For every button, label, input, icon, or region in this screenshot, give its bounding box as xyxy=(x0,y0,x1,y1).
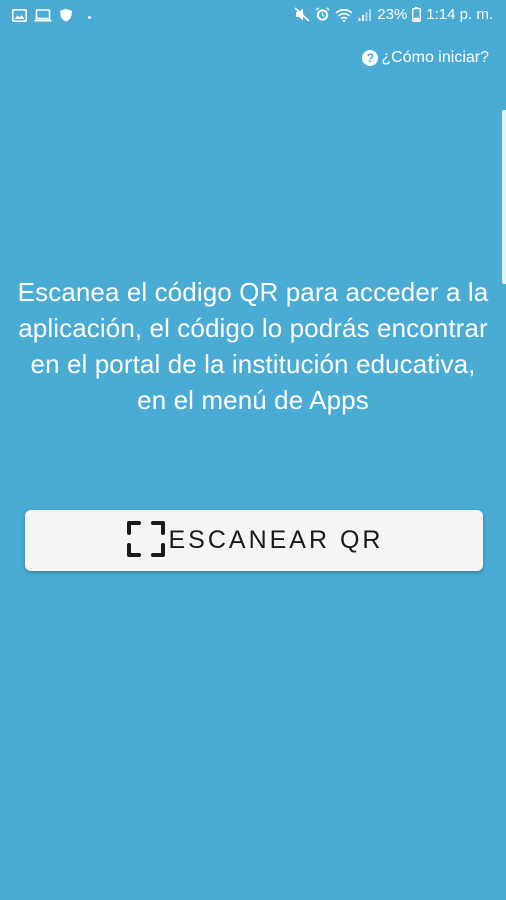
status-bar: 23% 1:14 p. m. xyxy=(0,0,506,32)
signal-icon xyxy=(358,8,372,21)
status-right-icons: 23% 1:14 p. m. xyxy=(294,6,493,23)
how-to-start-label: ¿Cómo iniciar? xyxy=(381,49,489,66)
shield-icon xyxy=(59,8,73,27)
mute-icon xyxy=(294,7,310,22)
status-time: 1:14 p. m. xyxy=(426,6,493,23)
battery-icon xyxy=(412,7,422,22)
how-to-start-link[interactable]: ? ¿Cómo iniciar? xyxy=(362,49,489,67)
laptop-icon xyxy=(34,8,52,27)
notification-dot-icon xyxy=(88,16,91,19)
wifi-icon xyxy=(335,8,353,22)
scroll-indicator[interactable] xyxy=(502,110,506,284)
qr-scan-icon xyxy=(125,519,167,562)
alarm-icon xyxy=(315,7,330,22)
battery-percent: 23% xyxy=(377,6,408,23)
status-left-icons xyxy=(12,8,91,27)
instruction-text: Escanea el código QR para acceder a la a… xyxy=(17,277,489,415)
help-icon: ? xyxy=(362,50,379,66)
image-icon xyxy=(12,8,27,27)
scan-qr-label: ESCANEAR QR xyxy=(168,526,384,554)
scan-qr-button[interactable]: ESCANEAR QR xyxy=(25,510,483,571)
